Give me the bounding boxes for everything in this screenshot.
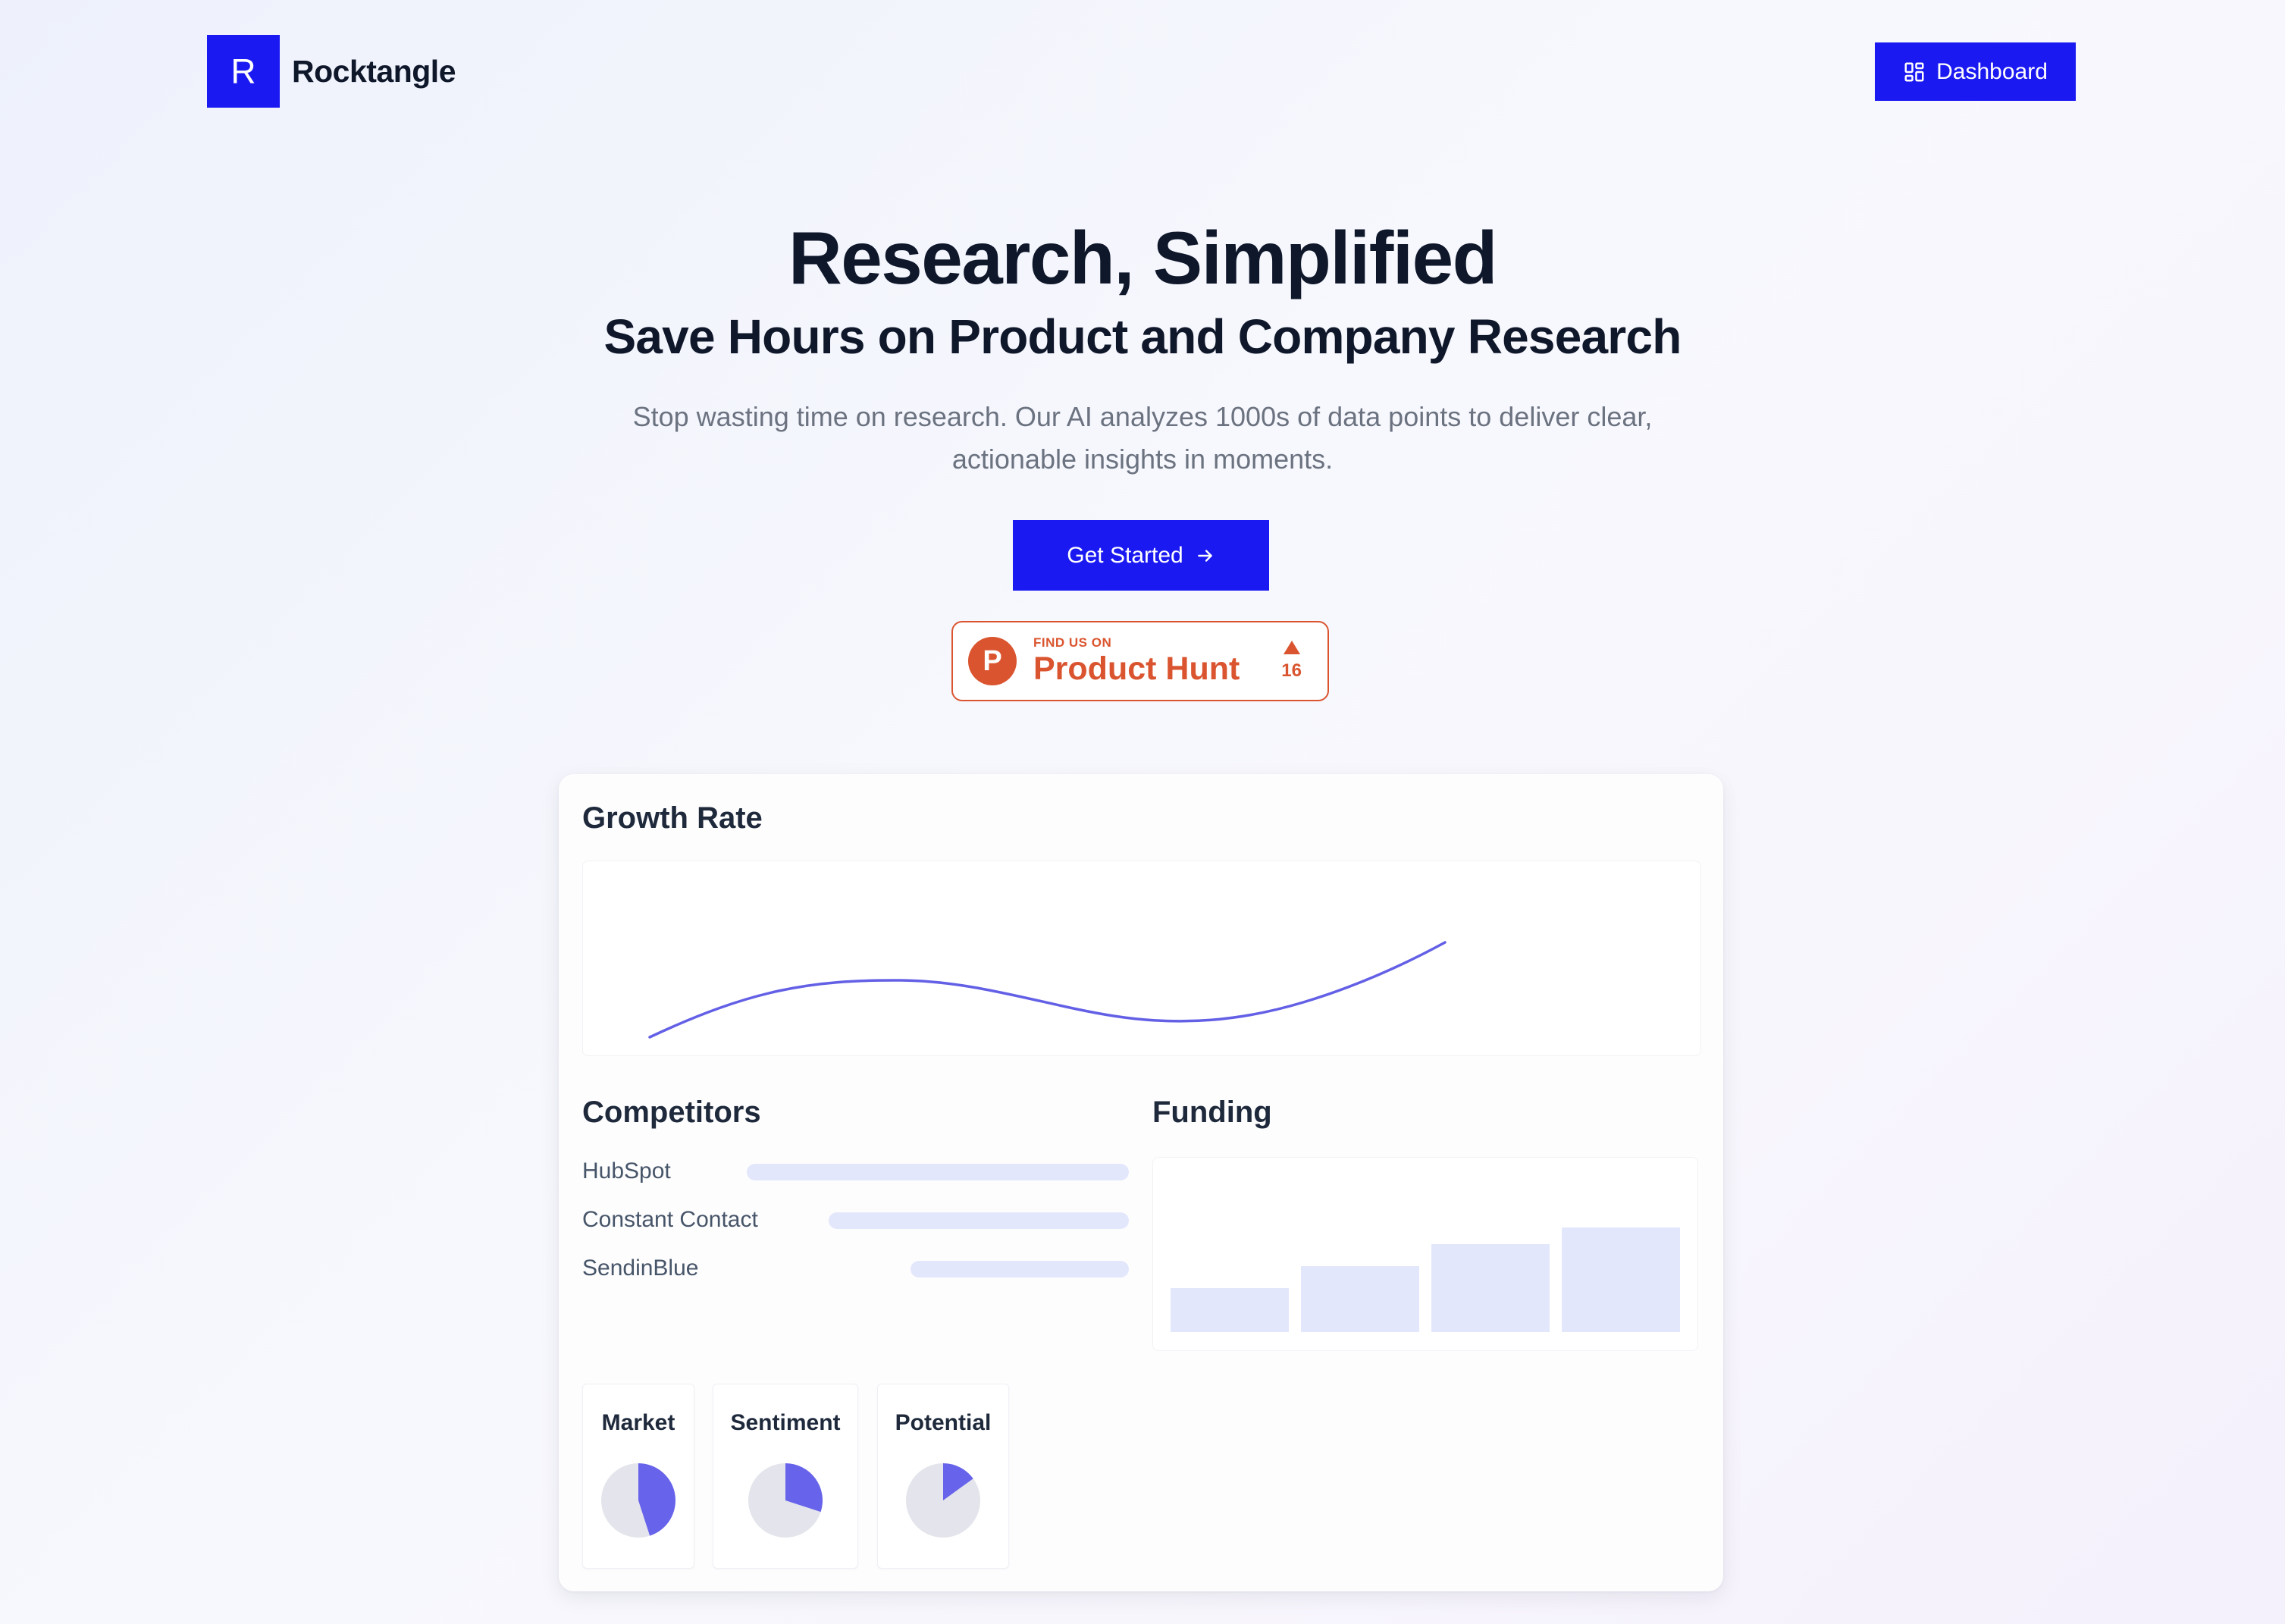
dashboard-label: Dashboard: [1936, 58, 2048, 84]
market-pie: [601, 1463, 675, 1538]
brand[interactable]: R Rocktangle: [207, 35, 456, 108]
metric-label: Market: [601, 1410, 675, 1435]
metric-card-market: Market: [582, 1384, 694, 1569]
get-started-button[interactable]: Get Started: [1013, 520, 1269, 591]
funding-bar: [1431, 1244, 1550, 1332]
brand-name: Rocktangle: [292, 53, 456, 89]
hero-section: Research, Simplified Save Hours on Produ…: [0, 212, 2285, 481]
growth-line: [648, 941, 1447, 1039]
hero-title: Research, Simplified: [788, 216, 1498, 299]
growth-rate-title: Growth Rate: [582, 801, 763, 835]
product-hunt-text: FIND US ON Product Hunt: [1033, 635, 1240, 687]
funding-bar: [1301, 1266, 1419, 1332]
product-hunt-votes: 16: [1281, 641, 1302, 682]
product-hunt-badge[interactable]: P FIND US ON Product Hunt 16: [951, 621, 1329, 701]
metric-label: Potential: [895, 1410, 992, 1435]
grid-icon: [1903, 61, 1926, 83]
metric-label: Sentiment: [730, 1410, 841, 1435]
get-started-label: Get Started: [1067, 542, 1183, 568]
funding-title: Funding: [1152, 1096, 1272, 1129]
growth-rate-chart: [582, 861, 1701, 1056]
competitor-bar: [747, 1164, 1129, 1180]
product-hunt-find-text: FIND US ON: [1033, 635, 1112, 650]
logo: R: [207, 35, 280, 108]
funding-bar: [1562, 1227, 1680, 1332]
competitor-name: SendinBlue: [582, 1256, 699, 1281]
upvote-icon: [1283, 641, 1300, 654]
competitors-title: Competitors: [582, 1096, 761, 1129]
competitor-bar: [911, 1261, 1129, 1278]
product-hunt-name: Product Hunt: [1033, 651, 1240, 687]
funding-bar: [1171, 1288, 1289, 1332]
competitor-bar: [829, 1212, 1129, 1229]
competitor-name: Constant Contact: [582, 1207, 758, 1232]
dashboard-button[interactable]: Dashboard: [1875, 42, 2076, 101]
metric-card-potential: Potential: [877, 1384, 1009, 1569]
hero-subtitle: Save Hours on Product and Company Resear…: [603, 309, 1682, 364]
competitor-name: HubSpot: [582, 1158, 671, 1184]
preview-card: Growth Rate Competitors HubSpot Constant…: [559, 774, 1723, 1591]
product-hunt-logo: P: [968, 637, 1017, 685]
sentiment-pie: [748, 1463, 823, 1538]
hero-description: Stop wasting time on research. Our AI an…: [632, 401, 1653, 475]
header: R Rocktangle Dashboard: [207, 35, 2076, 108]
potential-pie: [906, 1463, 980, 1538]
arrow-right-icon: [1196, 546, 1215, 566]
metric-card-sentiment: Sentiment: [713, 1384, 858, 1569]
funding-chart: [1152, 1157, 1698, 1351]
vote-count: 16: [1281, 660, 1302, 681]
